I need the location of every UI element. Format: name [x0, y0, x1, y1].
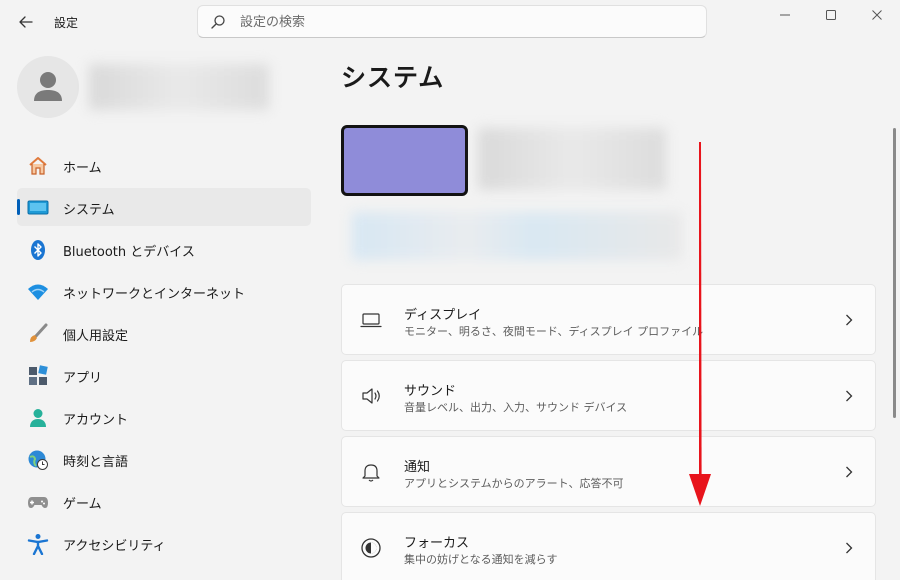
avatar	[17, 56, 79, 118]
card-subtitle: 集中の妨げとなる通知を減らす	[404, 553, 558, 566]
person-icon	[34, 72, 62, 101]
user-profile[interactable]	[17, 56, 317, 120]
back-arrow-icon	[19, 16, 33, 28]
sidebar-item-label: ネットワークとインターネット	[63, 287, 246, 302]
settings-card-notifications[interactable]: 通知 アプリとシステムからのアラート、応答不可	[341, 436, 876, 507]
chevron-right-icon	[841, 311, 857, 329]
system-icon	[27, 197, 49, 219]
card-subtitle: モニター、明るさ、夜間モード、ディスプレイ プロファイル	[404, 325, 704, 338]
sidebar-item-label: 個人用設定	[63, 329, 129, 344]
close-button[interactable]	[854, 0, 900, 30]
chevron-right-icon	[841, 539, 857, 557]
sidebar-item-label: アプリ	[63, 371, 103, 386]
network-icon	[27, 281, 49, 303]
sidebar-item-network[interactable]: ネットワークとインターネット	[17, 272, 311, 310]
accessibility-icon	[27, 533, 49, 555]
minimize-icon	[780, 14, 790, 16]
search-icon	[211, 15, 225, 29]
gamepad-icon	[27, 491, 49, 513]
sidebar-item-apps[interactable]: アプリ	[17, 356, 311, 394]
speaker-icon	[360, 385, 382, 407]
sidebar-item-system[interactable]: システム	[17, 188, 311, 226]
close-icon	[872, 10, 882, 20]
maximize-button[interactable]	[808, 0, 854, 30]
focus-icon	[360, 537, 382, 559]
card-subtitle: 音量レベル、出力、入力、サウンド デバイス	[404, 401, 628, 414]
sidebar-item-label: 時刻と言語	[63, 455, 129, 470]
display-icon	[360, 309, 382, 331]
title-bar: 設定	[0, 0, 900, 44]
sidebar-item-time-language[interactable]: 時刻と言語	[17, 440, 311, 478]
apps-icon	[27, 365, 49, 387]
settings-card-focus[interactable]: フォーカス 集中の妨げとなる通知を減らす	[341, 512, 876, 580]
sidebar-item-label: アカウント	[63, 413, 129, 428]
sidebar-nav: ホーム システム Bluetooth とデバイス ネットワークとインターネット …	[17, 146, 311, 566]
card-title: フォーカス	[404, 536, 470, 551]
user-name-redacted	[89, 64, 269, 110]
settings-card-display[interactable]: ディスプレイ モニター、明るさ、夜間モード、ディスプレイ プロファイル	[341, 284, 876, 355]
sidebar-item-personalization[interactable]: 個人用設定	[17, 314, 311, 352]
chevron-right-icon	[841, 463, 857, 481]
notification-bell-icon	[360, 461, 382, 483]
search-box[interactable]	[197, 5, 707, 38]
sidebar-item-label: アクセシビリティ	[63, 539, 166, 554]
sidebar-item-home[interactable]: ホーム	[17, 146, 311, 184]
sidebar-item-label: Bluetooth とデバイス	[63, 245, 195, 260]
sidebar-item-accessibility[interactable]: アクセシビリティ	[17, 524, 311, 562]
paintbrush-icon	[27, 323, 49, 345]
account-icon	[27, 407, 49, 429]
page-title: システム	[341, 63, 445, 92]
device-name-redacted	[478, 128, 666, 190]
vertical-scrollbar[interactable]	[893, 128, 896, 418]
card-title: 通知	[404, 460, 431, 475]
app-title: 設定	[54, 16, 79, 30]
maximize-icon	[826, 10, 836, 20]
sidebar-item-accounts[interactable]: アカウント	[17, 398, 311, 436]
minimize-button[interactable]	[762, 0, 808, 30]
settings-card-sound[interactable]: サウンド 音量レベル、出力、入力、サウンド デバイス	[341, 360, 876, 431]
globe-clock-icon	[27, 449, 49, 471]
chevron-right-icon	[841, 387, 857, 405]
sidebar-item-label: システム	[63, 203, 115, 218]
device-thumbnail	[341, 125, 468, 196]
bluetooth-icon	[27, 239, 49, 261]
sidebar-item-bluetooth[interactable]: Bluetooth とデバイス	[17, 230, 311, 268]
scroll-down-arrow-annotation	[689, 142, 711, 506]
device-info-redacted	[352, 212, 682, 260]
card-title: ディスプレイ	[404, 308, 482, 323]
back-button[interactable]	[14, 10, 38, 34]
card-subtitle: アプリとシステムからのアラート、応答不可	[404, 477, 624, 490]
sidebar-item-label: ホーム	[63, 161, 102, 176]
card-title: サウンド	[404, 384, 457, 399]
search-input[interactable]	[240, 12, 680, 32]
sidebar-item-label: ゲーム	[63, 497, 102, 512]
home-icon	[27, 155, 49, 177]
sidebar-item-gaming[interactable]: ゲーム	[17, 482, 311, 520]
